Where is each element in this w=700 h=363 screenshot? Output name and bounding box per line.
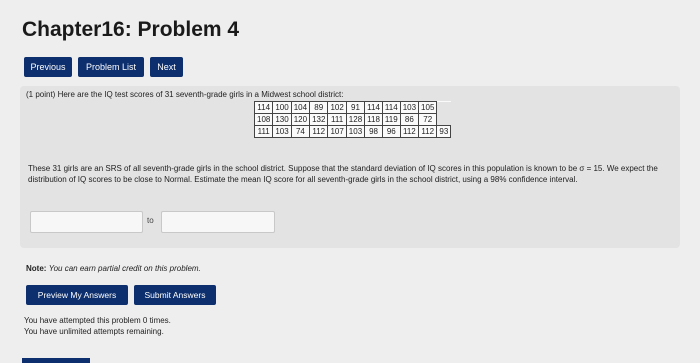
table-cell: 91 (345, 101, 366, 114)
table-cell: 130 (272, 113, 292, 126)
lower-bound-input[interactable] (30, 211, 143, 233)
bottom-button-edge (22, 358, 90, 363)
table-cell: 74 (290, 125, 311, 138)
to-label: to (147, 216, 154, 225)
table-cell: 111 (327, 113, 347, 126)
previous-button[interactable]: Previous (24, 57, 72, 77)
table-cell: 114 (364, 101, 383, 114)
table-cell: 112 (399, 125, 420, 138)
table-row: 111 103 74 112 107 103 98 96 112 112 93 (253, 125, 452, 138)
note-text: You can earn partial credit on this prob… (48, 264, 201, 273)
table-cell: 103 (272, 125, 292, 138)
next-button[interactable]: Next (150, 57, 183, 77)
table-cell: 103 (345, 125, 366, 138)
table-cell: 128 (345, 113, 366, 126)
table-cell: 114 (253, 101, 274, 114)
table-row: 114 100 104 89 102 91 114 114 103 105 (253, 101, 451, 114)
table-cell: 118 (364, 113, 383, 126)
table-cell: 104 (290, 101, 311, 114)
problem-intro: (1 point) Here are the IQ test scores of… (26, 90, 344, 99)
partial-credit-note: Note: You can earn partial credit on thi… (26, 264, 201, 273)
preview-answers-button[interactable]: Preview My Answers (26, 285, 128, 305)
attempts-status: You have attempted this problem 0 times.… (24, 315, 171, 337)
table-cell: 119 (381, 113, 401, 126)
table-cell: 89 (309, 101, 329, 114)
table-cell: 108 (253, 113, 274, 126)
table-row: 108 130 120 132 111 128 118 119 86 72 (253, 113, 451, 126)
table-cell: 114 (381, 101, 401, 114)
table-cell: 100 (272, 101, 292, 114)
table-cell: 96 (381, 125, 401, 138)
table-cell: 86 (399, 113, 420, 126)
note-label: Note: (26, 264, 47, 273)
table-cell: 103 (399, 101, 420, 114)
problem-description: These 31 girls are an SRS of all seventh… (28, 164, 658, 184)
table-cell: 72 (418, 113, 438, 126)
table-cell: 98 (364, 125, 383, 138)
problem-list-button[interactable]: Problem List (78, 57, 144, 77)
table-cell: 102 (327, 101, 347, 114)
table-cell: 105 (418, 101, 438, 114)
attempted-text: You have attempted this problem 0 times. (24, 316, 171, 325)
page-title: Chapter16: Problem 4 (22, 18, 240, 41)
scores-table: 114 100 104 89 102 91 114 114 103 105 10… (253, 101, 452, 138)
submit-answers-button[interactable]: Submit Answers (134, 285, 216, 305)
remaining-text: You have unlimited attempts remaining. (24, 327, 164, 336)
table-cell: 93 (436, 125, 452, 138)
table-cell: 112 (309, 125, 329, 138)
table-cell: 107 (327, 125, 347, 138)
table-cell: 132 (309, 113, 329, 126)
table-cell: 111 (253, 125, 274, 138)
table-cell: 120 (290, 113, 311, 126)
upper-bound-input[interactable] (161, 211, 275, 233)
table-cell: 112 (418, 125, 438, 138)
